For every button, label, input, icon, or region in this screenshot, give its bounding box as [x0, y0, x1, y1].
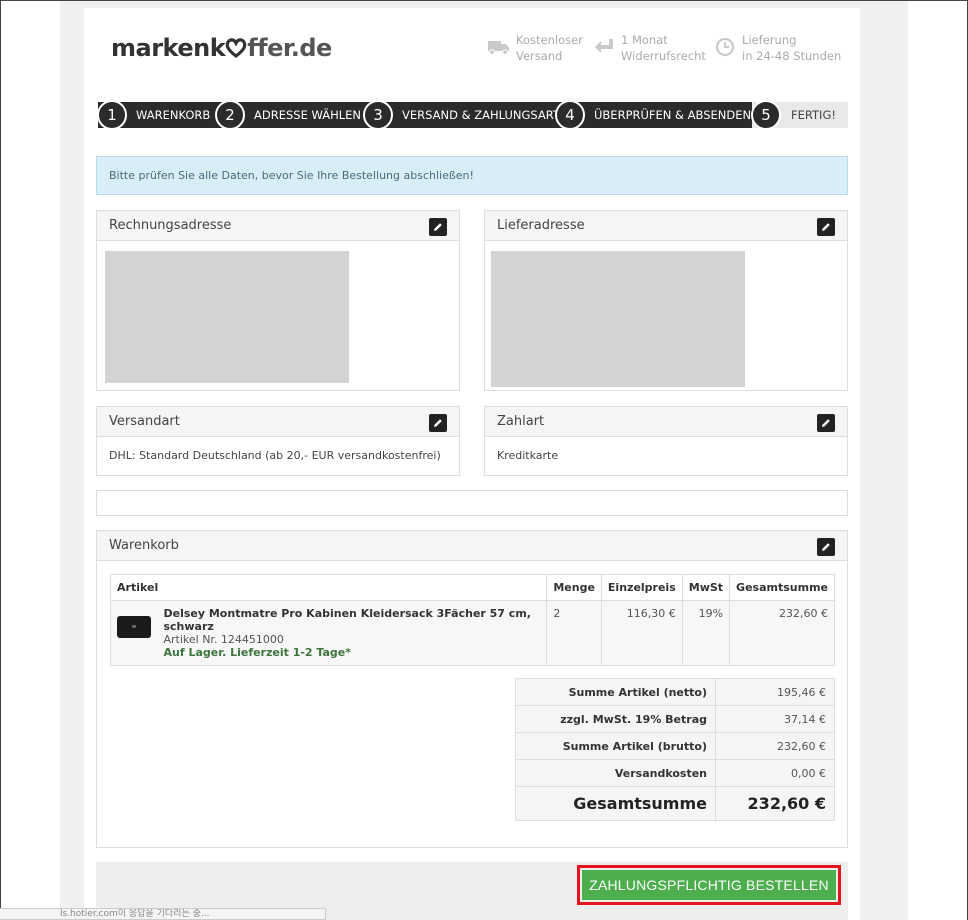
- step-number: 4: [555, 100, 585, 130]
- step-label: VERSAND & ZAHLUNGSART: [402, 108, 560, 122]
- usp-line1: 1 Monat: [621, 33, 668, 47]
- column-header: Artikel: [109, 574, 548, 601]
- comment-panel: [96, 490, 848, 516]
- column-header: Gesamtsumme: [729, 574, 835, 601]
- edit-payment-button[interactable]: [817, 414, 835, 432]
- truck-icon: [488, 36, 510, 58]
- checkout-page: markenk ffer.de Kostenloser Versand 1 Mona…: [84, 8, 860, 920]
- step-review: 4 ÜBERPRÜFEN & ABSENDEN: [555, 100, 752, 130]
- column-header: Menge: [546, 574, 602, 601]
- panel-title: Zahlart: [497, 414, 545, 429]
- article-number: Artikel Nr. 124451000: [163, 633, 284, 646]
- step-number: 2: [215, 100, 245, 130]
- shipping-method-value: DHL: Standard Deutschland (ab 20,- EUR v…: [109, 449, 441, 462]
- summary-label: Summe Artikel (brutto): [515, 732, 716, 760]
- site-logo[interactable]: markenk ffer.de: [111, 34, 332, 62]
- panel-title: Rechnungsadresse: [109, 218, 232, 233]
- heart-logo-icon: [225, 38, 247, 59]
- grand-total-label: Gesamtsumme: [515, 786, 716, 821]
- product-image[interactable]: [117, 616, 151, 638]
- step-number: 3: [363, 100, 393, 130]
- summary-row: Summe Artikel (brutto) 232,60 €: [515, 732, 835, 760]
- summary-value: 195,46 €: [715, 678, 835, 706]
- pencil-icon: [822, 543, 830, 551]
- panel-title: Versandart: [109, 414, 180, 429]
- usp-line2: in 24-48 Stunden: [742, 49, 842, 63]
- edit-shipping-method-button[interactable]: [429, 414, 447, 432]
- return-arrow-icon: [593, 36, 615, 58]
- redacted-address: [491, 251, 745, 387]
- product-title[interactable]: Delsey Montmatre Pro Kabinen Kleidersack…: [163, 607, 540, 633]
- summary-value: 0,00 €: [715, 759, 835, 787]
- pencil-icon: [822, 223, 830, 231]
- stock-status: Auf Lager. Lieferzeit 1-2 Tage*: [163, 646, 352, 659]
- vat-rate: 19%: [681, 600, 731, 666]
- summary-value: 37,14 €: [715, 705, 835, 733]
- step-shipping-payment[interactable]: 3 VERSAND & ZAHLUNGSART: [363, 100, 560, 130]
- checkout-steps: 1 WARENKORB 2 ADRESSE WÄHLEN 3 VERSAND &…: [97, 100, 848, 130]
- place-order-highlight: ZAHLUNGSPFLICHTIG BESTELLEN: [577, 865, 841, 905]
- usp-line1: Lieferung: [742, 33, 797, 47]
- logo-text-2: k: [209, 34, 226, 62]
- payment-method-value: Kreditkarte: [497, 449, 559, 462]
- edit-shipping-button[interactable]: [817, 218, 835, 236]
- logo-text-3: ffer.de: [247, 34, 332, 62]
- panel-title: Warenkorb: [109, 538, 179, 553]
- clock-icon: [714, 36, 736, 58]
- step-label: FERTIG!: [791, 108, 836, 122]
- step-number: 5: [751, 100, 781, 130]
- table-row: Delsey Montmatre Pro Kabinen Kleidersack…: [109, 600, 835, 666]
- pencil-icon: [434, 419, 442, 427]
- summary-row: Versandkosten 0,00 €: [515, 759, 835, 787]
- usp-line1: Kostenloser: [516, 33, 583, 47]
- grand-total-row: Gesamtsumme 232,60 €: [515, 786, 835, 821]
- edit-billing-button[interactable]: [429, 218, 447, 236]
- summary-label: Versandkosten: [515, 759, 716, 787]
- usp-free-shipping: Kostenloser Versand: [488, 32, 583, 64]
- order-summary: Summe Artikel (netto) 195,46 € zzgl. MwSt…: [515, 678, 835, 821]
- step-label: ADRESSE WÄHLEN: [254, 108, 362, 122]
- place-order-button[interactable]: ZAHLUNGSPFLICHTIG BESTELLEN: [582, 870, 836, 900]
- edit-cart-button[interactable]: [817, 538, 835, 556]
- usp-line2: Widerrufsrecht: [621, 49, 706, 63]
- panel-title: Lieferadresse: [497, 218, 585, 233]
- summary-row: Summe Artikel (netto) 195,46 €: [515, 678, 835, 706]
- shipping-method-panel: Versandart DHL: Standard Deutschland (ab…: [96, 406, 460, 476]
- summary-label: Summe Artikel (netto): [515, 678, 716, 706]
- column-header: MwSt: [681, 574, 731, 601]
- grand-total-value: 232,60 €: [715, 786, 835, 821]
- usp-line2: Versand: [516, 49, 563, 63]
- logo-text-1: marken: [111, 34, 210, 62]
- billing-address-panel: Rechnungsadresse: [96, 210, 460, 391]
- cart-panel: Warenkorb Artikel Menge Einzelpreis MwSt…: [96, 530, 848, 848]
- product-cell: Delsey Montmatre Pro Kabinen Kleidersack…: [109, 600, 548, 666]
- line-total: 232,60 €: [729, 600, 835, 666]
- step-cart[interactable]: 1 WARENKORB: [97, 100, 216, 130]
- summary-value: 232,60 €: [715, 732, 835, 760]
- usp-return: 1 Monat Widerrufsrecht: [593, 32, 706, 64]
- redacted-address: [105, 251, 349, 383]
- step-done: 5 FERTIG!: [751, 100, 848, 130]
- pencil-icon: [822, 419, 830, 427]
- review-alert: Bitte prüfen Sie alle Daten, bevor Sie I…: [96, 156, 848, 195]
- summary-label: zzgl. MwSt. 19% Betrag: [515, 705, 716, 733]
- payment-method-panel: Zahlart Kreditkarte: [484, 406, 848, 476]
- cart-table: Artikel Menge Einzelpreis MwSt Gesamtsum…: [109, 574, 835, 666]
- shipping-address-panel: Lieferadresse: [484, 210, 848, 391]
- step-address[interactable]: 2 ADRESSE WÄHLEN: [215, 100, 364, 130]
- step-label: ÜBERPRÜFEN & ABSENDEN: [594, 108, 752, 122]
- column-header: Einzelpreis: [600, 574, 683, 601]
- step-label: WARENKORB: [136, 108, 211, 122]
- step-number: 1: [97, 100, 127, 130]
- unit-price: 116,30 €: [600, 600, 683, 666]
- browser-status-bar: ls.hotier.com이 응답을 기다리는 중...: [0, 908, 326, 920]
- pencil-icon: [434, 223, 442, 231]
- summary-row: zzgl. MwSt. 19% Betrag 37,14 €: [515, 705, 835, 733]
- usp-delivery: Lieferung in 24-48 Stunden: [714, 32, 841, 64]
- quantity: 2: [546, 600, 602, 666]
